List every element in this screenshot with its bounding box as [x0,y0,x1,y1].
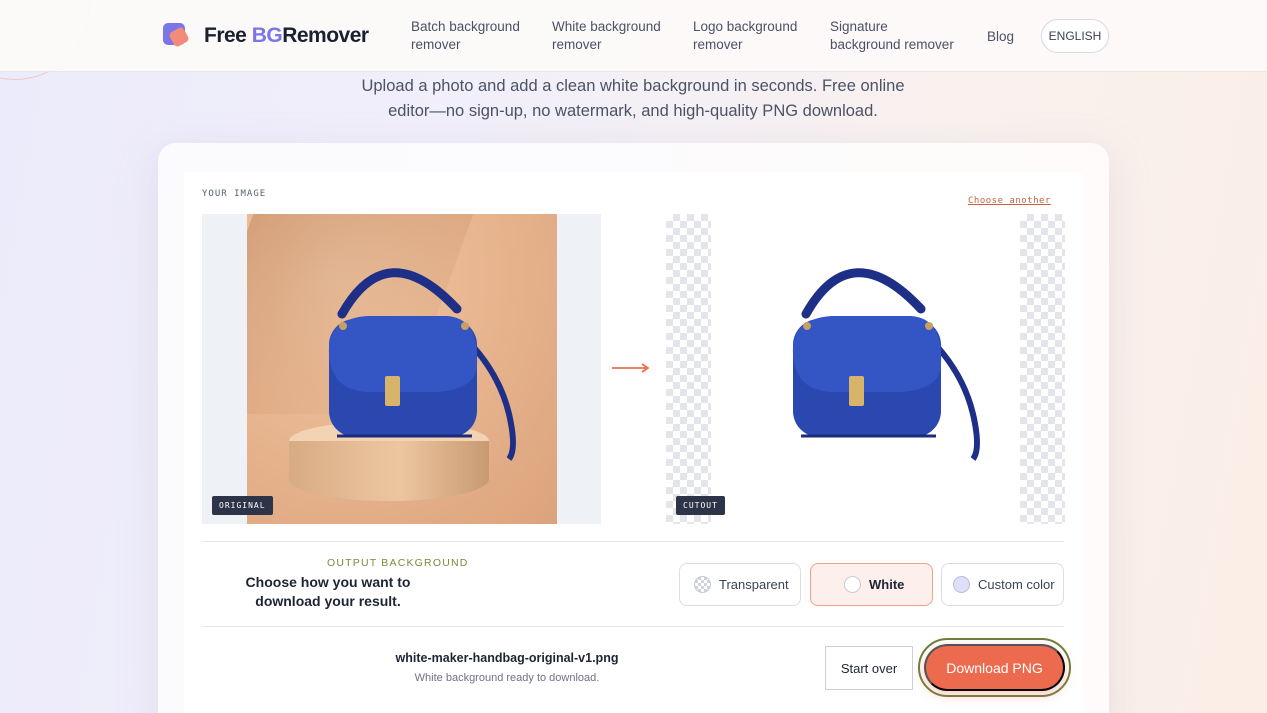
brand-logo[interactable]: Free BGRemover [163,23,369,49]
option-white[interactable]: White [810,563,933,606]
your-image-label: YOUR IMAGE [202,189,267,199]
nav-batch-background-remover[interactable]: Batch background remover [411,18,520,54]
output-filename: white-maker-handbag-original-v1.png [395,651,619,665]
nav-blog[interactable]: Blog [987,28,1014,46]
download-status: White background ready to download. [414,672,600,684]
checkerboard-swatch-icon [694,576,711,593]
start-over-button[interactable]: Start over [825,646,913,690]
option-custom-color[interactable]: Custom color [941,563,1064,606]
arrow-right-icon [612,363,650,373]
nav-signature-background-remover[interactable]: Signature background remover [830,18,954,54]
choose-another-link[interactable]: Choose another [968,196,1051,206]
nav-white-background-remover[interactable]: White background remover [552,18,661,54]
handbag-cutout-image [792,268,980,461]
download-png-button[interactable]: Download PNG [924,644,1065,691]
language-button[interactable]: ENGLISH [1041,19,1109,53]
section-divider [202,626,1064,627]
color-swatch-icon [953,576,970,593]
output-background-description: Choose how you want to download your res… [245,574,411,609]
option-custom-color-label: Custom color [978,577,1055,592]
cutout-image-panel: CUTOUT [666,214,1065,524]
original-image-panel: ORIGINAL [202,214,601,524]
original-photo [247,214,557,524]
white-swatch-icon [844,576,861,593]
brand-name: Free BGRemover [204,24,369,47]
site-header: Free BGRemover Batch background remover W… [0,0,1267,72]
option-white-label: White [869,577,905,592]
section-divider [202,541,1064,542]
nav-logo-background-remover[interactable]: Logo background remover [693,18,797,54]
handbag-image [328,268,516,461]
output-background-label: OUTPUT BACKGROUND [327,557,469,569]
hero-subtitle: Upload a photo and add a clean white bac… [361,77,905,120]
logo-icon [163,23,191,49]
original-badge: ORIGINAL [212,496,273,515]
cutout-badge: CUTOUT [676,496,725,515]
option-transparent[interactable]: Transparent [679,563,801,606]
transparency-checker-left [666,214,711,524]
option-transparent-label: Transparent [719,577,789,592]
transparency-checker-right [1020,214,1065,524]
